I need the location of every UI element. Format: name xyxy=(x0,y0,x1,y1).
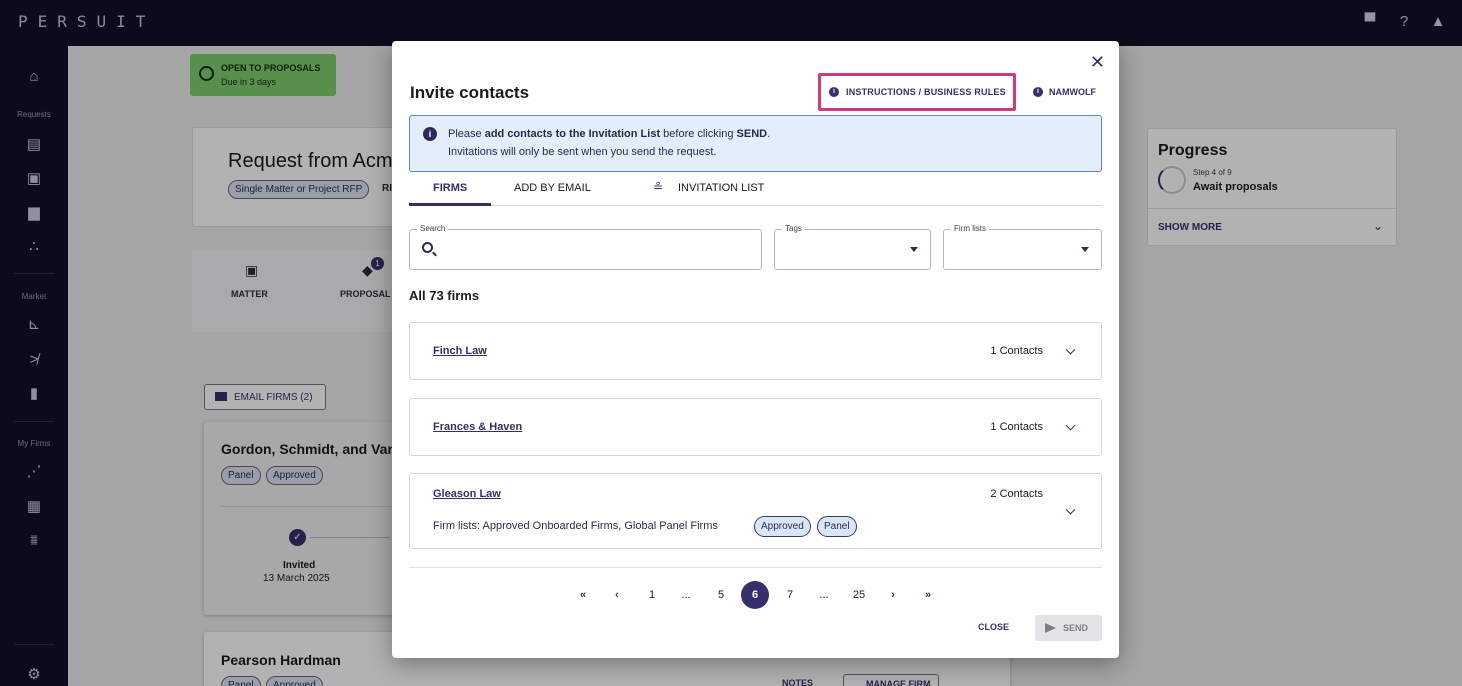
close-button[interactable]: CLOSE xyxy=(978,622,1009,632)
divider xyxy=(409,567,1102,568)
dialog-tabs: FIRMS ADD BY EMAIL ≗ INVITATION LIST xyxy=(409,172,1102,206)
tag-chip-approved: Approved xyxy=(754,516,811,537)
firm-row[interactable]: Frances & Haven 1 Contacts xyxy=(409,398,1102,456)
current-page-button[interactable]: 6 xyxy=(741,581,769,609)
page-ellipsis: ... xyxy=(819,589,829,601)
firm-row[interactable]: Gleason Law 2 Contacts Firm lists: Appro… xyxy=(409,473,1102,549)
firm-lists-text: Firm lists: Approved Onboarded Firms, Gl… xyxy=(433,520,718,532)
info-line-1: Please add contacts to the Invitation Li… xyxy=(448,128,771,140)
info-line-2: Invitations will only be sent when you s… xyxy=(448,146,717,158)
firm-lists-select[interactable]: Firm lists xyxy=(943,224,1102,270)
instructions-button[interactable]: i INSTRUCTIONS / BUSINESS RULES xyxy=(818,73,1016,111)
last-page-button[interactable]: » xyxy=(919,582,937,608)
firm-name-link[interactable]: Gleason Law xyxy=(433,488,501,500)
firm-row[interactable]: Finch Law 1 Contacts xyxy=(409,322,1102,380)
info-banner: i Please add contacts to the Invitation … xyxy=(409,115,1102,172)
dialog-title: Invite contacts xyxy=(410,83,530,102)
active-tab-indicator xyxy=(409,203,491,206)
search-field[interactable]: Search xyxy=(409,224,762,270)
close-icon[interactable]: ✕ xyxy=(1090,53,1105,71)
contacts-count: 1 Contacts xyxy=(990,421,1043,433)
search-icon xyxy=(422,242,433,253)
chevron-down-icon[interactable] xyxy=(1065,344,1076,355)
send-icon xyxy=(1045,623,1056,633)
tags-select[interactable]: Tags xyxy=(774,224,931,270)
send-button[interactable]: SEND xyxy=(1035,615,1102,641)
invite-contacts-dialog: ✕ Invite contacts i INSTRUCTIONS / BUSIN… xyxy=(392,41,1119,658)
tag-chip-panel: Panel xyxy=(817,516,857,537)
tab-add-by-email[interactable]: ADD BY EMAIL xyxy=(514,182,591,194)
page-button[interactable]: 7 xyxy=(781,582,799,608)
dropdown-arrow-icon xyxy=(1081,247,1089,252)
tab-firms[interactable]: FIRMS xyxy=(433,182,467,194)
page-button[interactable]: 1 xyxy=(643,582,661,608)
firm-name-link[interactable]: Frances & Haven xyxy=(433,421,522,433)
chevron-down-icon[interactable] xyxy=(1065,504,1076,515)
invitation-list-icon: ≗ xyxy=(653,180,664,194)
contacts-count: 2 Contacts xyxy=(990,488,1043,500)
chevron-down-icon[interactable] xyxy=(1065,420,1076,431)
info-icon: i xyxy=(829,87,839,97)
firms-count: All 73 firms xyxy=(409,288,480,303)
firm-name-link[interactable]: Finch Law xyxy=(433,345,487,357)
info-icon: i xyxy=(423,127,437,141)
first-page-button[interactable]: « xyxy=(574,582,592,608)
page-button[interactable]: 25 xyxy=(847,582,871,608)
page-button[interactable]: 5 xyxy=(712,582,730,608)
page-ellipsis: ... xyxy=(681,589,691,601)
next-page-button[interactable]: › xyxy=(884,582,902,608)
info-icon: i xyxy=(1033,87,1043,97)
dropdown-arrow-icon xyxy=(910,247,918,252)
contacts-count: 1 Contacts xyxy=(990,345,1043,357)
prev-page-button[interactable]: ‹ xyxy=(608,582,626,608)
tab-invitation-list[interactable]: INVITATION LIST xyxy=(678,182,764,194)
